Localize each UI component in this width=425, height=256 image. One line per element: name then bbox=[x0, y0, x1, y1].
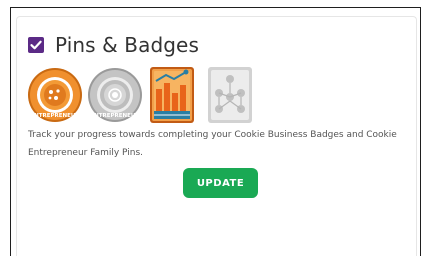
card-description: Track your progress towards completing y… bbox=[28, 130, 397, 158]
silver-entrepreneur-pin-icon[interactable]: ENTREPRENEUR bbox=[87, 67, 143, 127]
svg-text:ENTREPRENEUR: ENTREPRENEUR bbox=[90, 113, 140, 119]
cookie-business-chart-badge-icon[interactable] bbox=[150, 67, 194, 127]
cookie-business-network-badge-icon[interactable] bbox=[208, 67, 252, 127]
update-button[interactable]: UPDATE bbox=[183, 168, 258, 198]
card-header: Pins & Badges bbox=[28, 30, 199, 60]
card-title: Pins & Badges bbox=[55, 33, 199, 57]
svg-text:ENTREPRENEUR: ENTREPRENEUR bbox=[30, 113, 80, 119]
checkbox-checked-icon bbox=[28, 37, 44, 53]
gold-entrepreneur-pin-icon[interactable]: ENTREPRENEUR bbox=[27, 67, 83, 127]
